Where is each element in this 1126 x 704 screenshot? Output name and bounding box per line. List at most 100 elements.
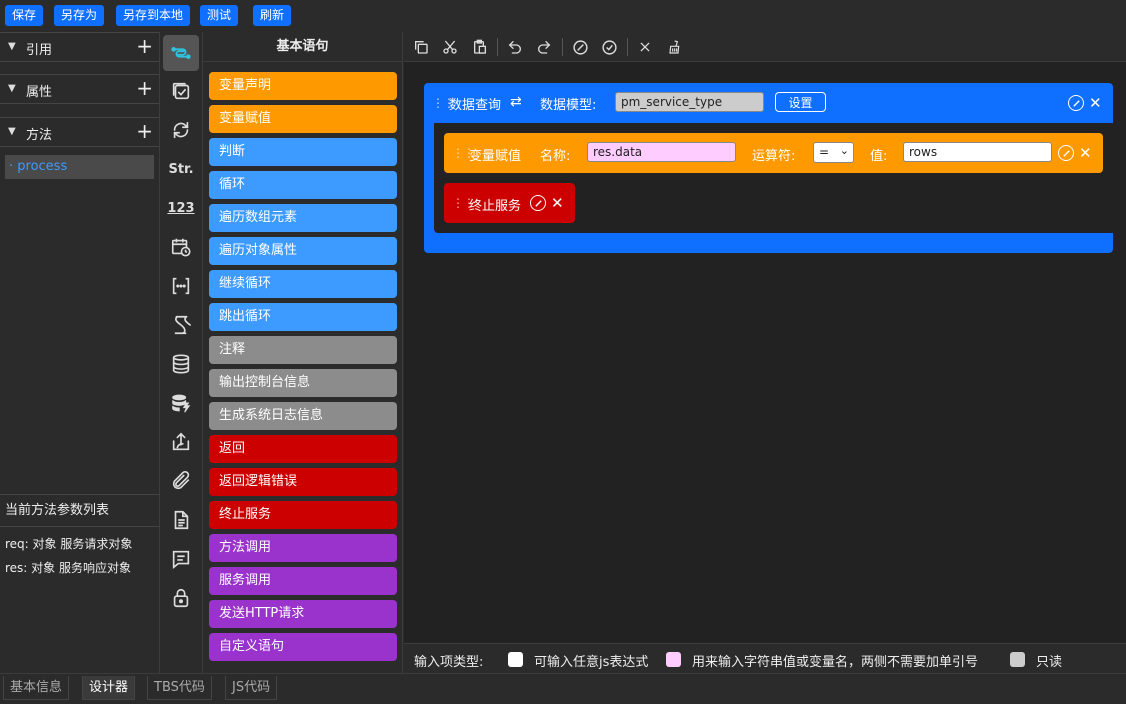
test-button[interactable]: 测试: [200, 5, 239, 26]
disable-block-icon[interactable]: [1068, 95, 1084, 111]
params-title: 当前方法参数列表: [0, 495, 159, 527]
statement-item[interactable]: 判断: [209, 138, 397, 166]
statement-item[interactable]: 自定义语句: [209, 633, 397, 661]
shuffle-icon[interactable]: ⇄: [510, 94, 522, 110]
check-circle-icon[interactable]: [599, 37, 619, 57]
legend-label: 只读: [1036, 655, 1063, 670]
close-icon[interactable]: ✕: [1089, 95, 1102, 111]
disable-block-icon[interactable]: [530, 195, 546, 211]
input-type-legend: 输入项类型: 可输入任意js表达式 用来输入字符串值或变量名，两侧不需要加单引号…: [404, 643, 1126, 673]
statement-item[interactable]: 终止服务: [209, 501, 397, 529]
export-icon[interactable]: [163, 424, 199, 460]
close-icon[interactable]: ✕: [551, 195, 564, 211]
statement-item[interactable]: 变量声明: [209, 72, 397, 100]
section-title: 引用: [26, 43, 53, 58]
loop-arrows-icon[interactable]: [163, 112, 199, 148]
statement-palette: 基本语句 变量声明变量赋值判断循环遍历数组元素 遍历对象属性 继续循环跳出循环注释输…: [203, 32, 403, 673]
script-icon[interactable]: [163, 307, 199, 343]
section-title: 方法: [26, 128, 53, 143]
document-icon[interactable]: [163, 502, 199, 538]
assign-block-title: 变量赋值: [469, 149, 522, 164]
editor-toolbar: [404, 32, 1126, 62]
undo-icon[interactable]: [505, 37, 525, 57]
value-field[interactable]: [903, 142, 1052, 162]
tab-designer[interactable]: 设计器: [82, 676, 136, 700]
operator-label: 运算符:: [752, 149, 796, 164]
paperclip-icon[interactable]: [163, 463, 199, 499]
plus-icon[interactable]: +: [136, 77, 153, 99]
statement-item[interactable]: 返回: [209, 435, 397, 463]
delete-icon[interactable]: [635, 37, 655, 57]
save-as-button[interactable]: 另存为: [54, 5, 105, 26]
database-icon[interactable]: [163, 346, 199, 382]
tab-basic-info[interactable]: 基本信息: [3, 676, 70, 700]
disable-block-icon[interactable]: [1058, 145, 1074, 161]
tab-tbs-code[interactable]: TBS代码: [147, 676, 212, 700]
refresh-button[interactable]: 刷新: [253, 5, 292, 26]
clear-brush-icon[interactable]: [664, 37, 684, 57]
statement-item[interactable]: 输出控制台信息: [209, 369, 397, 397]
name-label: 名称:: [540, 149, 571, 164]
statement-item[interactable]: 遍历数组元素: [209, 204, 397, 232]
section-methods[interactable]: ▼ 方法 +: [0, 117, 159, 147]
query-block-title: 数据查询: [449, 98, 502, 113]
statement-item[interactable]: 注释: [209, 336, 397, 364]
legend-title: 输入项类型:: [414, 655, 484, 670]
plus-icon[interactable]: +: [136, 120, 153, 142]
statement-item[interactable]: 发送HTTP请求: [209, 600, 397, 628]
category-icon-column: Str. 123: [160, 32, 203, 673]
statement-item[interactable]: 跳出循环: [209, 303, 397, 331]
section-properties[interactable]: ▼ 属性 +: [0, 74, 159, 104]
save-local-button[interactable]: 另存到本地: [116, 5, 191, 26]
settings-button[interactable]: 设置: [775, 92, 826, 112]
statement-item[interactable]: 生成系统日志信息: [209, 402, 397, 430]
lock-icon[interactable]: [163, 580, 199, 616]
redo-icon[interactable]: [534, 37, 554, 57]
message-icon[interactable]: [163, 541, 199, 577]
calendar-clock-icon[interactable]: [163, 229, 199, 265]
param-item: res: 对象 服务响应对象: [5, 561, 131, 575]
data-query-block[interactable]: ⋮⋮ 数据查询 ⇄ 数据模型: 设置 ✕ ⋮⋮ 变量赋值 名称: 运算符: = …: [424, 83, 1113, 253]
value-label: 值:: [870, 149, 888, 164]
statement-item[interactable]: 变量赋值: [209, 105, 397, 133]
legend-swatch-pink: [666, 652, 681, 667]
tab-js-code[interactable]: JS代码: [225, 676, 278, 700]
checkbox-icon[interactable]: [163, 73, 199, 109]
cut-icon[interactable]: [440, 37, 460, 57]
name-field[interactable]: [587, 142, 736, 162]
plus-icon[interactable]: +: [136, 35, 153, 57]
copy-icon[interactable]: [411, 37, 431, 57]
collapse-arrow-icon[interactable]: ▼: [8, 126, 16, 137]
database-lightning-icon[interactable]: [163, 385, 199, 421]
close-icon[interactable]: ✕: [1079, 145, 1092, 161]
number-icon[interactable]: 123: [163, 190, 199, 226]
stop-service-block[interactable]: ⋮⋮ 终止服务 ✕: [444, 183, 575, 223]
legend-label: 可输入任意js表达式: [534, 655, 649, 670]
link-transform-icon[interactable]: [163, 35, 199, 71]
statement-item[interactable]: 方法调用: [209, 534, 397, 562]
top-toolbar: 保存 另存为 另存到本地 测试 刷新: [0, 0, 1126, 32]
statement-item[interactable]: 遍历对象属性: [209, 237, 397, 265]
variable-assign-block[interactable]: ⋮⋮ 变量赋值 名称: 运算符: = ⌄ 值: ✕: [444, 133, 1103, 173]
param-item: req: 对象 服务请求对象: [5, 537, 133, 551]
stop-block-title: 终止服务: [469, 199, 522, 214]
operator-select[interactable]: = ⌄: [813, 142, 854, 163]
section-references[interactable]: ▼ 引用 +: [0, 32, 159, 62]
string-icon[interactable]: Str.: [163, 151, 199, 187]
palette-title: 基本语句: [203, 32, 402, 62]
model-field[interactable]: [615, 92, 764, 112]
save-button[interactable]: 保存: [5, 5, 44, 26]
paste-icon[interactable]: [470, 37, 490, 57]
statement-item[interactable]: 循环: [209, 171, 397, 199]
collapse-arrow-icon[interactable]: ▼: [8, 41, 16, 52]
statement-item[interactable]: 返回逻辑错误: [209, 468, 397, 496]
disable-icon[interactable]: [570, 37, 590, 57]
method-item-process[interactable]: · process: [5, 155, 154, 179]
section-title: 属性: [26, 85, 53, 100]
statement-item[interactable]: 继续循环: [209, 270, 397, 298]
legend-swatch-white: [508, 652, 523, 667]
brackets-icon[interactable]: [163, 268, 199, 304]
legend-label: 用来输入字符串值或变量名，两侧不需要加单引号: [692, 655, 979, 670]
statement-item[interactable]: 服务调用: [209, 567, 397, 595]
collapse-arrow-icon[interactable]: ▼: [8, 83, 16, 94]
